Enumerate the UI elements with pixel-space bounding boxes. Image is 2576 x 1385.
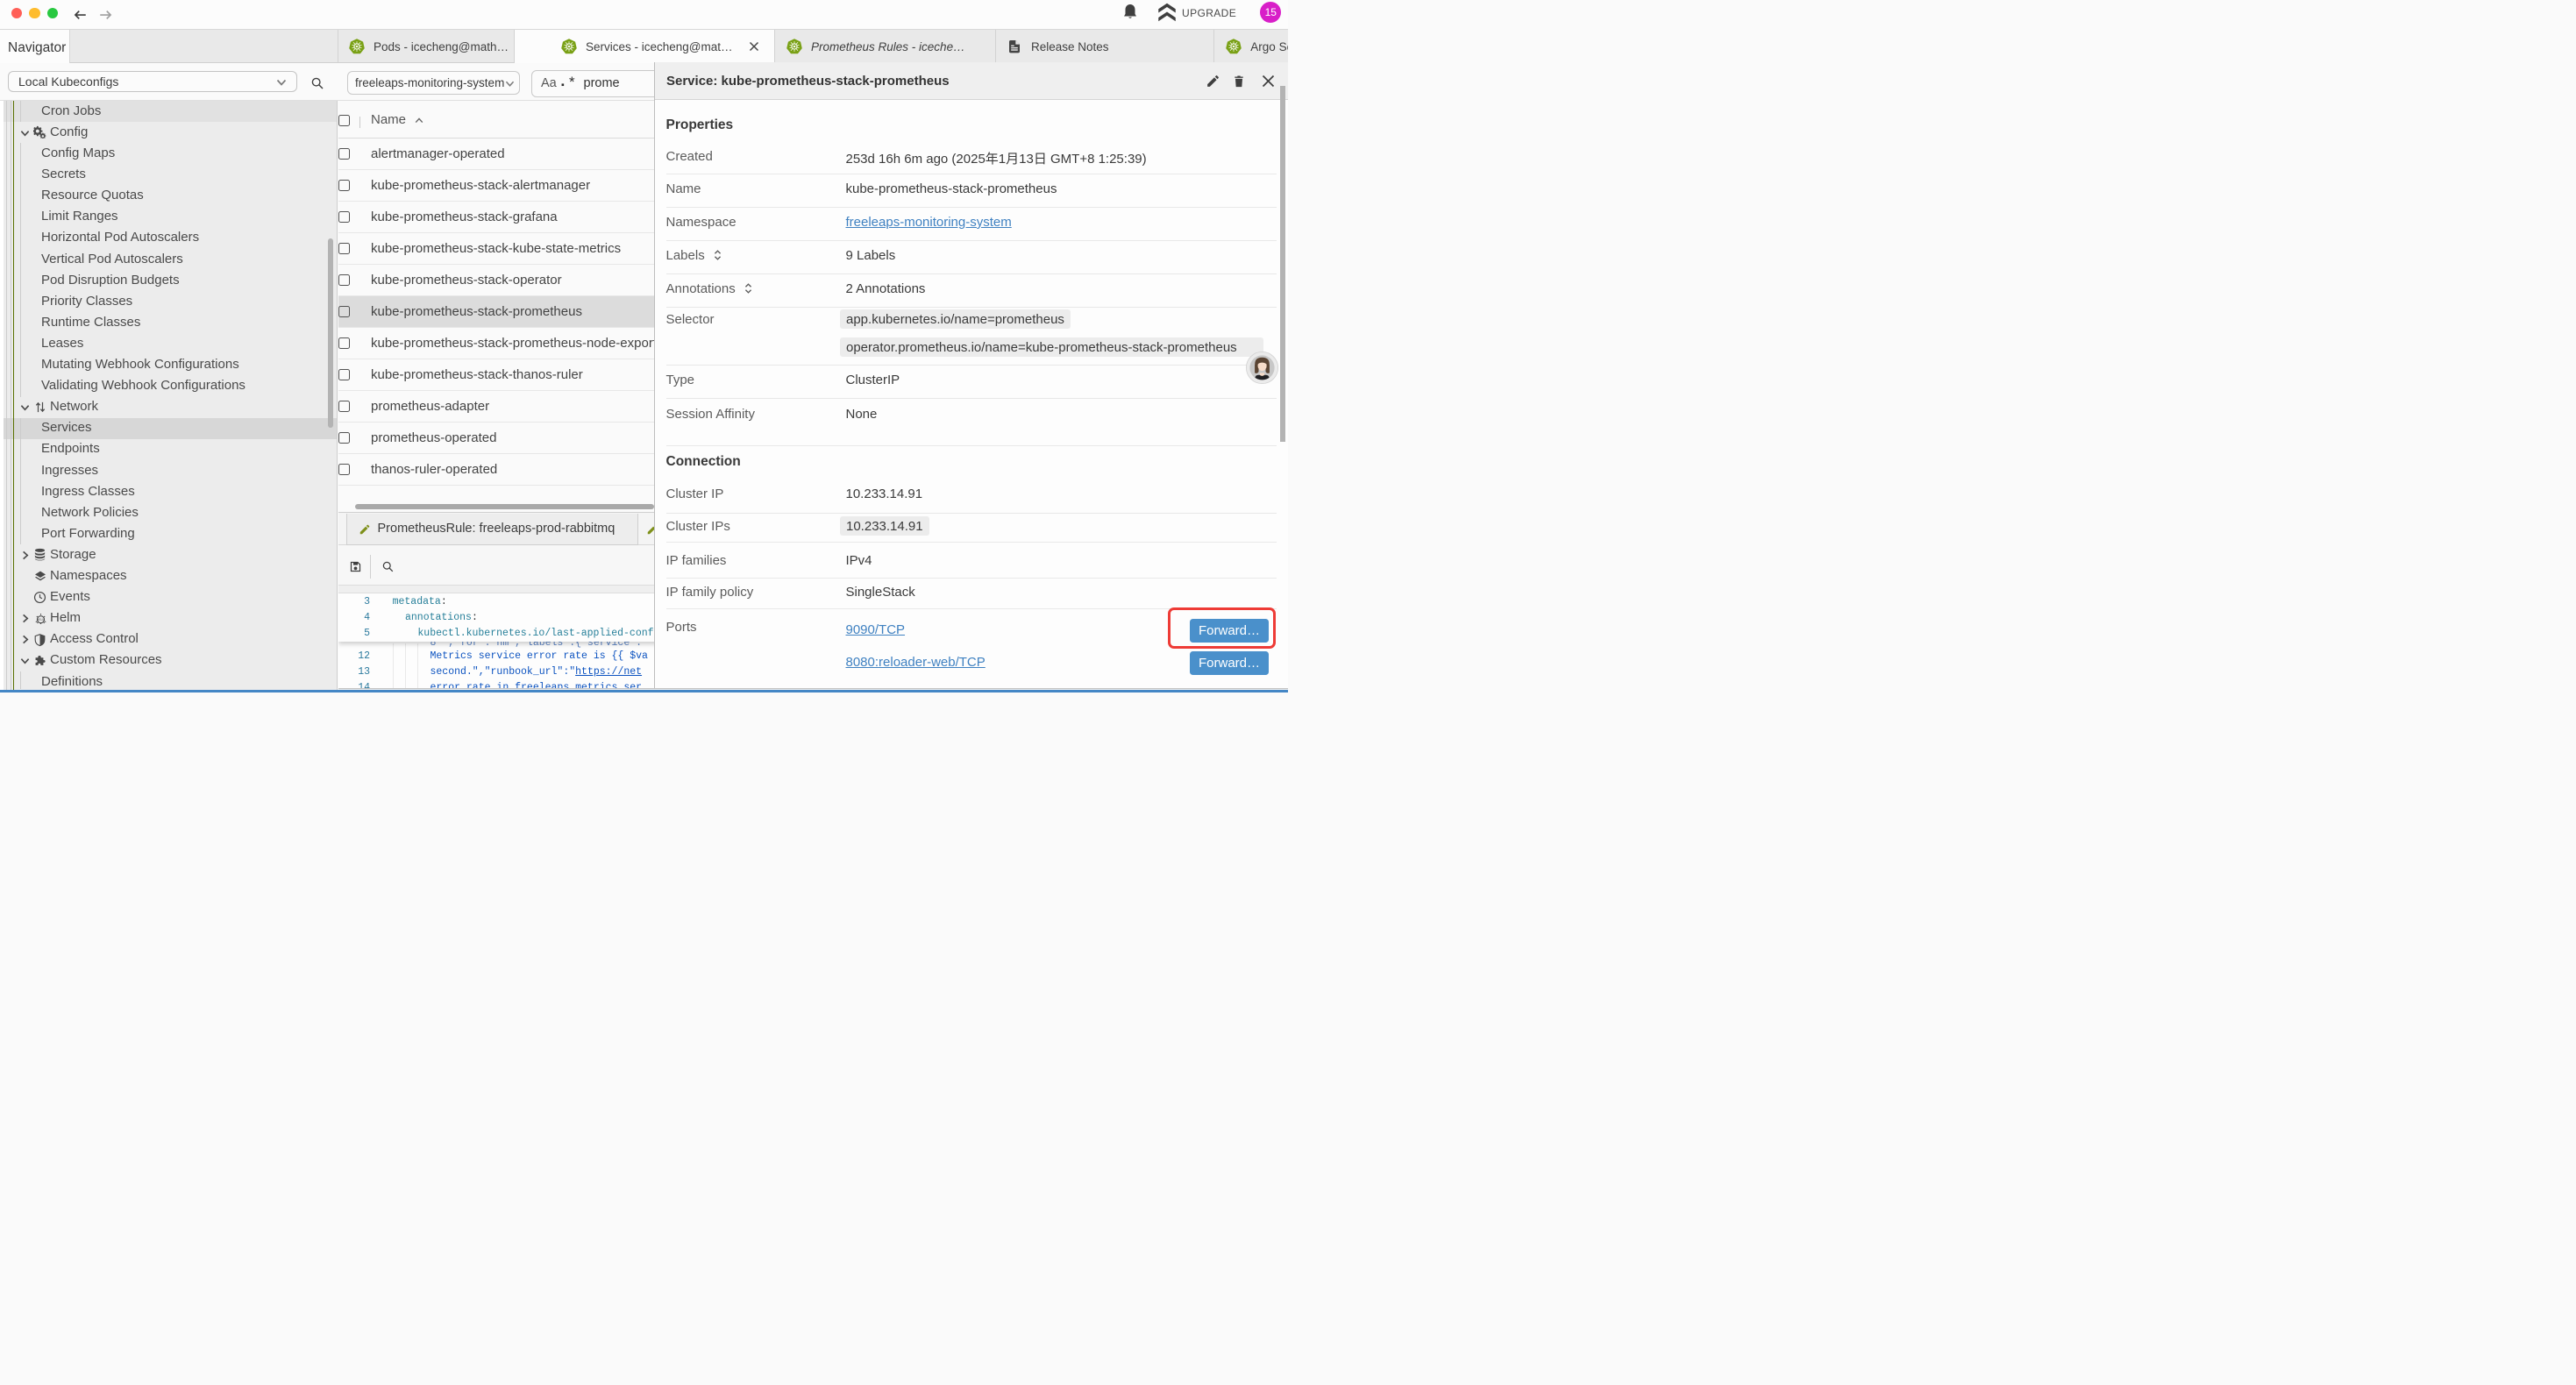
svg-text:HELM: HELM: [37, 618, 45, 621]
